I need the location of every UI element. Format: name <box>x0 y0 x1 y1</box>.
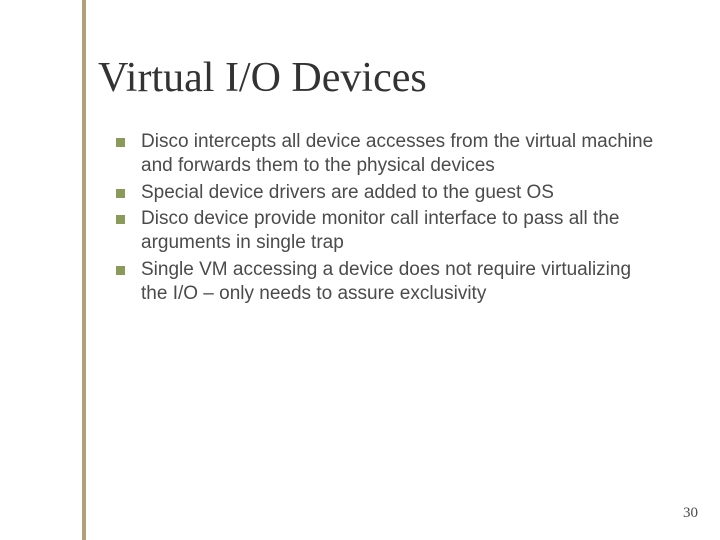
list-item: Disco device provide monitor call interf… <box>100 207 660 256</box>
square-bullet-icon <box>116 189 125 198</box>
page-number: 30 <box>683 505 698 522</box>
bullet-text: Disco device provide monitor call interf… <box>141 207 660 256</box>
accent-bar <box>82 0 86 540</box>
square-bullet-icon <box>116 138 125 147</box>
square-bullet-icon <box>116 215 125 224</box>
list-item: Disco intercepts all device accesses fro… <box>100 130 660 179</box>
slide: Virtual I/O Devices Disco intercepts all… <box>0 0 720 540</box>
bullet-text: Disco intercepts all device accesses fro… <box>141 130 660 179</box>
slide-body: Disco intercepts all device accesses fro… <box>100 130 660 308</box>
list-item: Special device drivers are added to the … <box>100 181 660 205</box>
square-bullet-icon <box>116 266 125 275</box>
bullet-text: Special device drivers are added to the … <box>141 181 554 205</box>
list-item: Single VM accessing a device does not re… <box>100 258 660 307</box>
slide-title: Virtual I/O Devices <box>98 54 427 102</box>
bullet-text: Single VM accessing a device does not re… <box>141 258 660 307</box>
